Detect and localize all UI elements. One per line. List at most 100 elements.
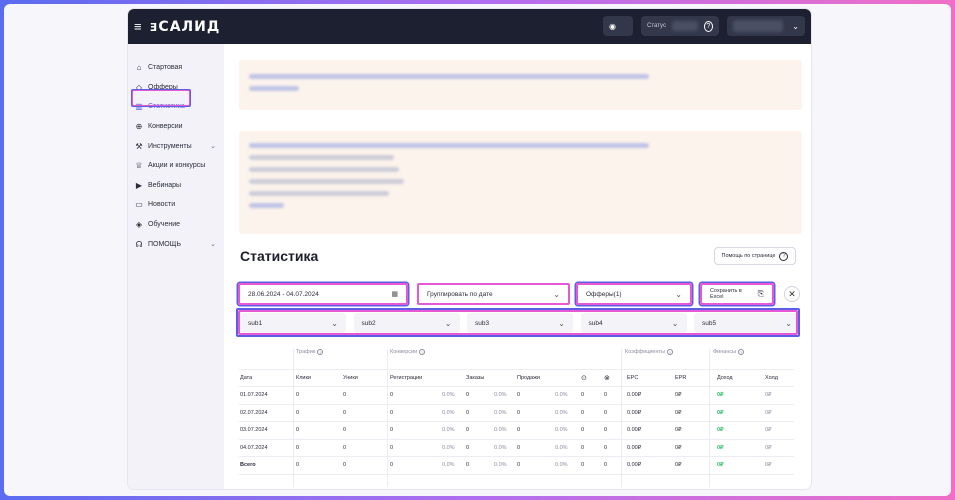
offers-select[interactable]: Офферы(1) ⌄: [577, 284, 691, 304]
error-icon[interactable]: ⊗: [604, 374, 610, 382]
user-name-blurred: [733, 20, 783, 32]
question-icon[interactable]: ?: [666, 349, 673, 355]
wallet-icon: ◉: [609, 21, 616, 31]
table-row: 01.07.2024 0 0 0 0.0% 0 0.0% 0 0.0% 0 0 0.00₽ 0₽ 0₽ 0₽: [239, 387, 794, 405]
cell-reg_pct: 0.0%: [442, 427, 455, 433]
offers-value: Офферы(1): [586, 290, 622, 298]
col-uniques[interactable]: Уники: [343, 375, 358, 381]
question-icon[interactable]: ?: [738, 349, 745, 355]
blurred-link: [249, 86, 299, 91]
column-divider: [387, 349, 388, 487]
cell-income: 0₽: [717, 444, 724, 451]
cell-sales_pct: 0.0%: [555, 444, 568, 451]
cell-sales_pct: 0.0%: [555, 462, 568, 468]
col-orders[interactable]: Заказы: [466, 375, 484, 381]
help-icon[interactable]: ?: [703, 20, 713, 32]
tools-icon: ⚒: [135, 141, 143, 151]
sidebar-item-label: ПОМОЩЬ: [148, 240, 181, 248]
col-date[interactable]: Дата: [240, 375, 252, 381]
col-sales[interactable]: Продажи: [517, 375, 540, 381]
sub-filter-label: sub4: [588, 319, 603, 327]
cell-uniques: 0: [343, 409, 347, 416]
sidebar-item-0[interactable]: ⌂ Стартовая: [128, 58, 224, 78]
cell-orders_pct: 0.0%: [494, 462, 507, 468]
sidebar-item-8[interactable]: ◈ Обучение: [128, 215, 224, 235]
cell-date: 02.07.2024: [240, 409, 268, 416]
chevron-down-icon: ⌄: [210, 241, 216, 249]
cell-warn: 0: [581, 427, 585, 433]
page-help-button[interactable]: Помощь по странице ?: [714, 247, 796, 265]
sub-filter-4[interactable]: sub4 ⌄: [580, 313, 687, 333]
chevron-down-icon: ⌄: [785, 318, 792, 328]
calendar-icon: ▦: [391, 291, 398, 298]
balance-pill[interactable]: ◉: [603, 16, 633, 36]
sub-filter-2[interactable]: sub2 ⌄: [353, 313, 460, 333]
sidebar-item-label: Инструменты: [148, 142, 192, 150]
cell-income: 0₽: [717, 392, 724, 398]
logo[interactable]: ⱻСАЛИД: [150, 19, 221, 35]
cell-hold: 0₽: [765, 427, 772, 433]
cell-uniques: 0: [343, 462, 347, 468]
cell-sales_pct: 0.0%: [555, 427, 568, 433]
sidebar-item-7[interactable]: ▭ Новости: [128, 195, 224, 215]
sidebar-item-3[interactable]: ⊕ Конверсии: [128, 117, 224, 137]
question-icon[interactable]: ?: [317, 349, 324, 355]
column-divider: [621, 349, 622, 487]
table-row: 04.07.2024 0 0 0 0.0% 0 0.0% 0 0.0% 0 0 0.00₽ 0₽ 0₽ 0₽: [239, 440, 794, 457]
conversion-icon: ⊕: [135, 122, 143, 132]
cell-warn: 0: [581, 392, 585, 398]
sidebar-item-5[interactable]: ♕ Акции и конкурсы: [128, 156, 224, 176]
table-row: 02.07.2024 0 0 0 0.0% 0 0.0% 0 0.0% 0 0 0.00₽ 0₽ 0₽ 0₽: [239, 405, 794, 422]
sidebar-item-2[interactable]: ▥ Статистика: [128, 97, 224, 117]
user-menu[interactable]: ⌄: [727, 16, 805, 36]
headset-icon: ☊: [135, 239, 143, 249]
sub-filter-5[interactable]: sub5 ⌄: [694, 313, 800, 333]
page-title: Статистика: [240, 248, 319, 264]
date-range-field[interactable]: 28.06.2024 - 04.07.2024 ▦: [239, 284, 407, 304]
col-epc[interactable]: EPC: [627, 375, 638, 381]
sub-filter-3[interactable]: sub3 ⌄: [467, 313, 573, 333]
sidebar-item-6[interactable]: ▶ Вебинары: [128, 176, 224, 196]
col-clicks[interactable]: Клики: [296, 375, 311, 381]
blurred-text: [249, 74, 649, 79]
cell-sales_pct: 0.0%: [555, 392, 568, 398]
col-registrations[interactable]: Регистрации: [390, 375, 422, 381]
sidebar-item-4[interactable]: ⚒ Инструменты ⌄: [128, 136, 224, 156]
cell-epr: 0₽: [675, 409, 682, 416]
clear-filters-close-icon[interactable]: ✕: [784, 286, 800, 302]
col-hold[interactable]: Холд: [765, 375, 778, 381]
cell-date: Всего: [240, 462, 256, 468]
group-coefficients-label: Коэффициенты: [625, 349, 665, 355]
status-pill[interactable]: Статус ?: [641, 16, 719, 36]
cell-income: 0₽: [717, 462, 724, 468]
cell-income: 0₽: [717, 409, 724, 416]
cell-epc: 0.00₽: [627, 427, 642, 433]
sidebar-item-label: Статистика: [148, 103, 185, 111]
question-icon[interactable]: ?: [419, 349, 426, 355]
menu-icon[interactable]: ≡: [134, 19, 142, 34]
page-help-label: Помощь по странице: [721, 253, 776, 259]
warning-icon[interactable]: ⊙: [581, 374, 587, 382]
blurred-link: [249, 203, 284, 208]
group-by-select[interactable]: Группировать по дате ⌄: [418, 284, 569, 304]
col-epr[interactable]: EPR: [675, 375, 686, 381]
cell-orders: 0: [466, 462, 470, 468]
sub-filter-1[interactable]: sub1 ⌄: [240, 313, 346, 333]
sidebar-item-label: Обучение: [148, 221, 181, 229]
sidebar-item-label: Конверсии: [148, 123, 183, 131]
sidebar-item-1[interactable]: ◇ Офферы: [128, 78, 224, 98]
column-divider: [709, 349, 710, 487]
education-icon: ◈: [135, 220, 143, 230]
col-income[interactable]: Доход: [717, 375, 733, 381]
group-finance: Финансы?: [713, 349, 745, 355]
export-excel-button[interactable]: Сохранить в Excel ⎘: [701, 284, 773, 304]
cell-hold: 0₽: [765, 409, 772, 416]
sidebar-item-9[interactable]: ☊ ПОМОЩЬ ⌄: [128, 234, 224, 254]
cell-err: 0: [604, 392, 608, 398]
cell-clicks: 0: [296, 444, 300, 451]
cell-reg: 0: [390, 409, 394, 416]
cell-warn: 0: [581, 444, 585, 451]
tag-icon: ◇: [135, 82, 143, 92]
cell-clicks: 0: [296, 409, 300, 416]
cell-clicks: 0: [296, 462, 300, 468]
